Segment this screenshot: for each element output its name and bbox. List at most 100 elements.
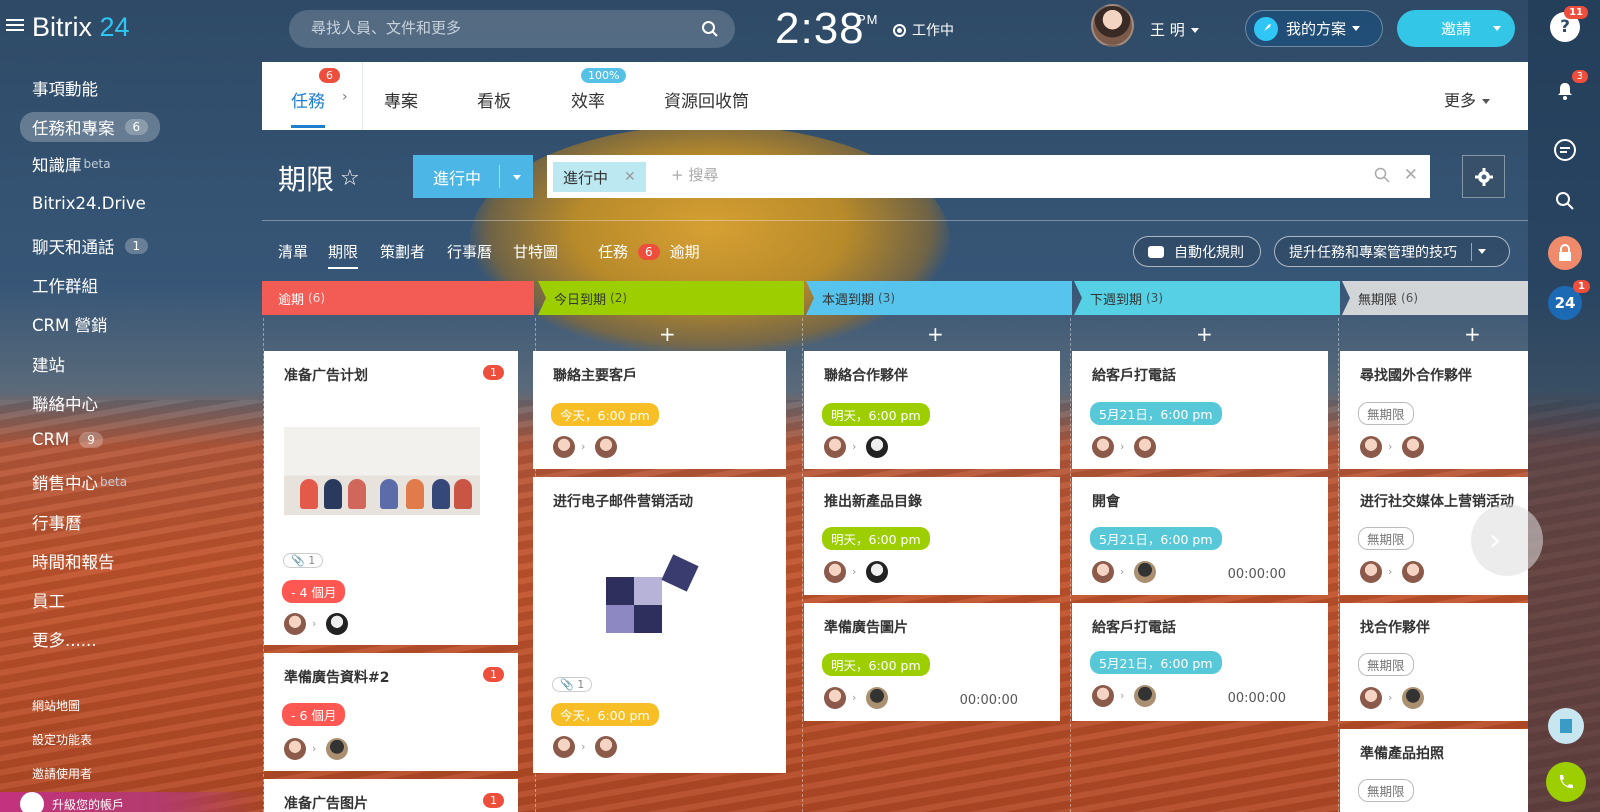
avatar[interactable] <box>1402 436 1424 458</box>
deadline-badge[interactable]: 今天，6:00 pm <box>551 403 659 426</box>
deadline-badge[interactable]: 無期限 <box>1358 527 1414 550</box>
avatar[interactable] <box>595 436 617 458</box>
task-card[interactable]: 給客戶打電話 5月21日，6:00 pm › <box>1072 351 1328 469</box>
avatar[interactable] <box>1134 436 1156 458</box>
settings-button[interactable] <box>1462 155 1505 198</box>
star-icon[interactable]: ☆ <box>340 166 360 191</box>
menu-item-employees[interactable]: 員工 <box>32 588 65 612</box>
avatar[interactable] <box>1092 685 1114 707</box>
overdue-counter[interactable]: 任務 6 逾期 <box>598 241 700 262</box>
menu-sitemap[interactable]: 網站地圖 <box>32 697 80 714</box>
avatar[interactable] <box>866 687 888 709</box>
avatar[interactable] <box>1360 687 1382 709</box>
filter-search[interactable]: 進行中✕ ✕ <box>547 155 1430 198</box>
view-calendar[interactable]: 行事曆 <box>447 241 492 262</box>
avatar[interactable] <box>1134 561 1156 583</box>
avatar[interactable] <box>824 561 846 583</box>
b24-network-icon[interactable]: 24 1 <box>1548 280 1590 320</box>
view-list[interactable]: 清單 <box>278 241 308 262</box>
add-task-icon[interactable]: + <box>927 322 944 346</box>
deadline-badge[interactable]: 5月21日，6:00 pm <box>1090 402 1222 425</box>
task-card[interactable]: 準備廣告資料#2 1 - 6 個月 › <box>264 653 518 771</box>
task-card[interactable]: 給客戶打電話 5月21日，6:00 pm › 00:00:00 <box>1072 603 1328 721</box>
task-card[interactable]: 準備產品拍照 無期限 <box>1340 729 1528 812</box>
upgrade-account-button[interactable]: 升級您的帳戶 <box>0 792 262 812</box>
add-task-icon[interactable]: + <box>1464 322 1481 346</box>
avatar[interactable] <box>1402 687 1424 709</box>
tab-projects[interactable]: 專案 <box>384 87 418 112</box>
menu-item-contact-center[interactable]: 聯絡中心 <box>32 391 98 415</box>
phone-icon[interactable] <box>1546 762 1586 802</box>
chat-icon[interactable] <box>1550 135 1580 165</box>
task-card[interactable]: 聯絡合作夥伴 明天，6:00 pm › <box>804 351 1060 469</box>
help-icon[interactable]: ? 11 <box>1550 6 1588 42</box>
deadline-badge[interactable]: 無期限 <box>1358 402 1414 425</box>
deadline-badge[interactable]: 明天，6:00 pm <box>822 527 930 550</box>
task-card[interactable]: 准备广告图片 1 <box>264 779 518 812</box>
chevron-right-icon[interactable]: › <box>342 89 348 105</box>
work-status[interactable]: 工作中 <box>893 20 954 40</box>
avatar[interactable] <box>553 436 575 458</box>
menu-item-drive[interactable]: Bitrix24.Drive <box>32 194 146 213</box>
clear-icon[interactable]: ✕ <box>1404 165 1418 185</box>
menu-item-sales-center[interactable]: 銷售中心 beta <box>32 470 127 494</box>
tab-more[interactable]: 更多 <box>1444 87 1490 111</box>
deadline-badge[interactable]: 無期限 <box>1358 779 1414 802</box>
search-icon[interactable] <box>701 20 719 38</box>
avatar[interactable] <box>284 613 306 635</box>
view-deadline[interactable]: 期限 <box>328 241 359 269</box>
menu-item-crm[interactable]: CRM 9 <box>32 430 103 449</box>
menu-item-tasks-projects[interactable]: 任務和專案 6 <box>20 112 161 142</box>
avatar[interactable] <box>326 738 348 760</box>
my-plan-button[interactable]: 我的方案 <box>1245 10 1383 47</box>
avatar[interactable] <box>326 613 348 635</box>
task-card[interactable]: 找合作夥伴 無期限 › <box>1340 603 1528 721</box>
deadline-badge[interactable]: 明天，6:00 pm <box>822 403 930 426</box>
avatar[interactable] <box>595 736 617 758</box>
task-card[interactable]: 開會 5月21日，6:00 pm › 00:00:00 <box>1072 477 1328 595</box>
task-card[interactable]: 聯絡主要客戶 今天，6:00 pm › <box>533 351 786 469</box>
avatar[interactable] <box>866 561 888 583</box>
avatar[interactable] <box>1092 436 1114 458</box>
menu-item-sites[interactable]: 建站 <box>32 352 65 376</box>
menu-item-crm-marketing[interactable]: CRM 營銷 <box>32 312 107 336</box>
filter-chip[interactable]: 進行中 ✕ <box>553 162 646 192</box>
menu-item-time-reports[interactable]: 時間和報告 <box>32 549 115 573</box>
tab-efficiency[interactable]: 效率 100% <box>571 68 627 112</box>
tab-tasks[interactable]: 任務 6 <box>291 68 340 112</box>
avatar[interactable] <box>1402 561 1424 583</box>
search-input[interactable] <box>311 19 691 37</box>
avatar[interactable] <box>553 736 575 758</box>
menu-item-calendar[interactable]: 行事曆 <box>32 510 82 534</box>
deadline-badge[interactable]: 5月21日，6:00 pm <box>1090 527 1222 550</box>
menu-item-more[interactable]: 更多...... <box>32 627 96 651</box>
avatar[interactable] <box>1092 561 1114 583</box>
avatar[interactable] <box>866 436 888 458</box>
view-gantt[interactable]: 甘特圖 <box>513 241 558 262</box>
lock-icon[interactable] <box>1548 236 1582 270</box>
close-icon[interactable]: ✕ <box>624 169 636 185</box>
menu-item-chat-calls[interactable]: 聊天和通話 1 <box>32 234 149 258</box>
task-card[interactable]: 準備廣告圖片 明天，6:00 pm › 00:00:00 <box>804 603 1060 721</box>
menu-item-knowledge-base[interactable]: 知識庫 beta <box>32 152 111 176</box>
attachment-count[interactable]: 📎 1 <box>283 553 324 568</box>
tab-recycle-bin[interactable]: 資源回收筒 <box>664 87 749 112</box>
scroll-right-arrow[interactable]: › <box>1471 504 1543 576</box>
deadline-badge[interactable]: - 4 個月 <box>282 580 346 603</box>
add-task-icon[interactable]: + <box>659 322 676 346</box>
attachment-count[interactable]: 📎 1 <box>552 677 593 692</box>
view-planner[interactable]: 策劃者 <box>380 241 425 262</box>
task-card[interactable]: 尋找國外合作夥伴 無期限 › <box>1340 351 1528 469</box>
avatar[interactable] <box>824 436 846 458</box>
filter-input[interactable] <box>671 166 1231 184</box>
menu-invite-users[interactable]: 邀請使用者 <box>32 765 92 782</box>
status-filter-button[interactable]: 進行中 <box>413 155 533 198</box>
deadline-badge[interactable]: 今天，6:00 pm <box>551 703 659 726</box>
menu-icon[interactable] <box>6 16 24 36</box>
invite-button[interactable]: 邀請 <box>1397 10 1515 47</box>
avatar[interactable] <box>1091 4 1134 47</box>
tab-kanban[interactable]: 看板 <box>477 87 511 112</box>
menu-item-workgroups[interactable]: 工作群組 <box>32 273 98 297</box>
user-menu[interactable]: 王 明 <box>1150 19 1199 40</box>
menu-item-activity-stream[interactable]: 事項動能 <box>32 76 98 100</box>
